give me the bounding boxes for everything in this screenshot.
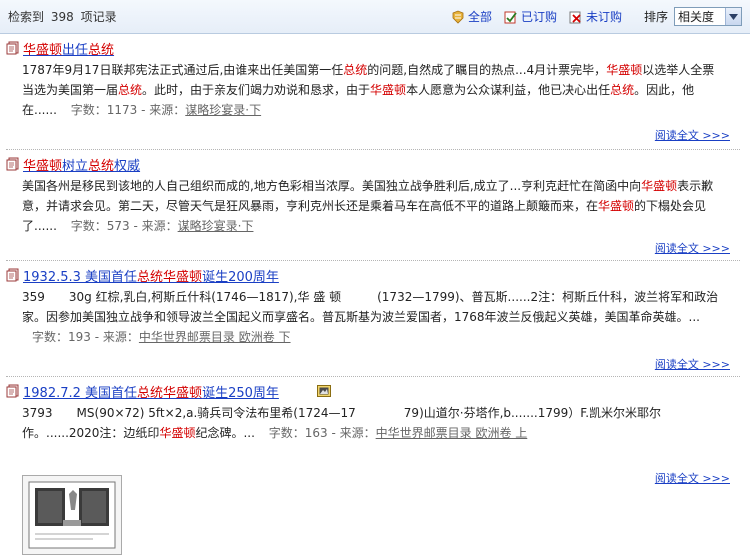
keyword-highlight: 总统 xyxy=(137,269,164,285)
keyword-highlight: 华盛顿 xyxy=(370,83,407,97)
document-icon xyxy=(6,384,19,398)
chevron-down-icon xyxy=(725,8,741,25)
document-icon xyxy=(6,157,19,171)
keyword-highlight: 华盛顿 xyxy=(159,426,196,440)
result-meta: 字数：573 - 来源：谋略珍宴录·下 xyxy=(70,219,254,233)
read-more-link[interactable]: 阅读全文 >>> xyxy=(655,356,730,372)
result-meta: 字数：163 - 来源：中华世界邮票目录 欧洲卷 上 xyxy=(268,426,528,440)
word-count: 163 xyxy=(304,426,328,440)
keyword-highlight: 华盛顿 xyxy=(163,385,203,401)
text-segment: 出任 xyxy=(62,42,89,58)
text-segment: 诞生250周年 xyxy=(202,385,279,401)
read-more-link[interactable]: 阅读全文 >>> xyxy=(655,470,730,486)
result-meta: 字数：193 - 来源：中华世界邮票目录 欧洲卷 下 xyxy=(32,330,291,344)
keyword-highlight: 华盛顿 xyxy=(641,179,678,193)
word-count: 573 xyxy=(106,219,130,233)
text-segment: 诞生200周年 xyxy=(202,269,279,285)
result-item: 华盛顿树立总统权威 美国各州是移民到该地的人自己组织而成的,地方色彩相当浓厚。美… xyxy=(0,150,750,261)
keyword-highlight: 总统 xyxy=(118,83,143,97)
keyword-highlight: 华盛顿 xyxy=(163,269,203,285)
text-segment: 1982.7.2 美国首任 xyxy=(23,385,138,401)
keyword-highlight: 总统 xyxy=(88,158,115,174)
result-count-number: 398 xyxy=(50,10,74,24)
keyword-highlight: 总统 xyxy=(137,385,164,401)
keyword-highlight: 总统 xyxy=(610,83,635,97)
result-title[interactable]: 华盛顿出任总统 xyxy=(23,39,114,58)
read-more-link[interactable]: 阅读全文 >>> xyxy=(655,127,730,143)
result-item: 1932.5.3 美国首任总统华盛顿诞生200周年 359 30g 红棕,乳白,… xyxy=(0,261,750,377)
stamp-sheet-image xyxy=(23,476,121,554)
text-segment: 359 30g 红棕,乳白,柯斯丘什科(1746—1817),华 盛 顿 (17… xyxy=(22,290,719,324)
result-meta: 字数：1173 - 来源：谋略珍宴录·下 xyxy=(70,103,262,117)
result-item: 1982.7.2 美国首任总统华盛顿诞生250周年 3793 MS(90×72)… xyxy=(0,377,750,555)
result-count: 检索到 398 项记录 xyxy=(8,10,117,24)
read-more-link[interactable]: 阅读全文 >>> xyxy=(655,240,730,256)
result-snippet: 359 30g 红棕,乳白,柯斯丘什科(1746—1817),华 盛 顿 (17… xyxy=(22,287,722,347)
keyword-highlight: 总统 xyxy=(343,63,368,77)
keyword-highlight: 华盛顿 xyxy=(23,158,63,174)
keyword-highlight: 华盛顿 xyxy=(23,42,63,58)
filter-unsubscribed[interactable]: 未订购 xyxy=(569,8,622,25)
text-segment: 美国各州是移民到该地的人自己组织而成的,地方色彩相当浓厚。美国独立战争胜利后,成… xyxy=(22,179,642,193)
results-header: 检索到 398 项记录 全部 已订购 未订购 排序 相关度 xyxy=(0,0,750,34)
text-segment: 1787年9月17日联邦宪法正式通过后,由谁来出任美国第一任 xyxy=(22,63,344,77)
word-count: 1173 xyxy=(106,103,138,117)
result-title[interactable]: 华盛顿树立总统权威 xyxy=(23,155,140,174)
sort-label: 排序 xyxy=(643,10,668,24)
text-segment: 1932.5.3 美国首任 xyxy=(23,269,138,285)
document-icon xyxy=(6,41,19,55)
result-title[interactable]: 1982.7.2 美国首任总统华盛顿诞生250周年 xyxy=(23,382,279,401)
result-title[interactable]: 1932.5.3 美国首任总统华盛顿诞生200周年 xyxy=(23,266,279,285)
unsubscribed-icon xyxy=(569,11,581,23)
result-snippet: 3793 MS(90×72) 5ft×2,a.骑兵司令法布里希(1724—17 … xyxy=(22,403,722,443)
all-icon xyxy=(452,10,464,24)
subscribed-icon xyxy=(504,11,517,23)
result-item: 华盛顿出任总统 1787年9月17日联邦宪法正式通过后,由谁来出任美国第一任总统… xyxy=(0,34,750,150)
text-segment: 权威 xyxy=(114,158,141,174)
stamp-thumbnail[interactable] xyxy=(22,475,122,555)
keyword-highlight: 总统 xyxy=(88,42,115,58)
filter-all[interactable]: 全部 xyxy=(451,8,492,25)
source-link[interactable]: 中华世界邮票目录 欧洲卷 下 xyxy=(139,330,291,344)
word-count: 193 xyxy=(68,330,91,344)
text-segment: 树立 xyxy=(62,158,89,174)
text-segment: 纪念碑。... xyxy=(195,426,255,440)
sort-selected-value: 相关度 xyxy=(678,10,715,24)
filter-bar: 全部 已订购 未订购 排序 相关度 xyxy=(439,7,742,26)
source-link[interactable]: 谋略珍宴录·下 xyxy=(185,103,261,117)
document-icon xyxy=(6,268,19,282)
result-snippet: 1787年9月17日联邦宪法正式通过后,由谁来出任美国第一任总统的问题,自然成了… xyxy=(22,60,722,120)
source-link[interactable]: 谋略珍宴录·下 xyxy=(178,219,254,233)
keyword-highlight: 华盛顿 xyxy=(606,63,643,77)
picture-icon[interactable] xyxy=(316,384,331,398)
text-segment: 。此时，由于亲友们竭力劝说和恳求，由于 xyxy=(142,83,371,97)
result-snippet: 美国各州是移民到该地的人自己组织而成的,地方色彩相当浓厚。美国独立战争胜利后,成… xyxy=(22,176,722,236)
filter-subscribed[interactable]: 已订购 xyxy=(504,8,557,25)
text-segment: 本人愿意为公众谋利益，他已决心出任 xyxy=(406,83,611,97)
sort-select[interactable]: 相关度 xyxy=(674,7,742,26)
text-segment: 的问题,自然成了瞩目的热点...4月计票完毕， xyxy=(367,63,607,77)
keyword-highlight: 华盛顿 xyxy=(598,199,635,213)
source-link[interactable]: 中华世界邮票目录 欧洲卷 上 xyxy=(376,426,528,440)
